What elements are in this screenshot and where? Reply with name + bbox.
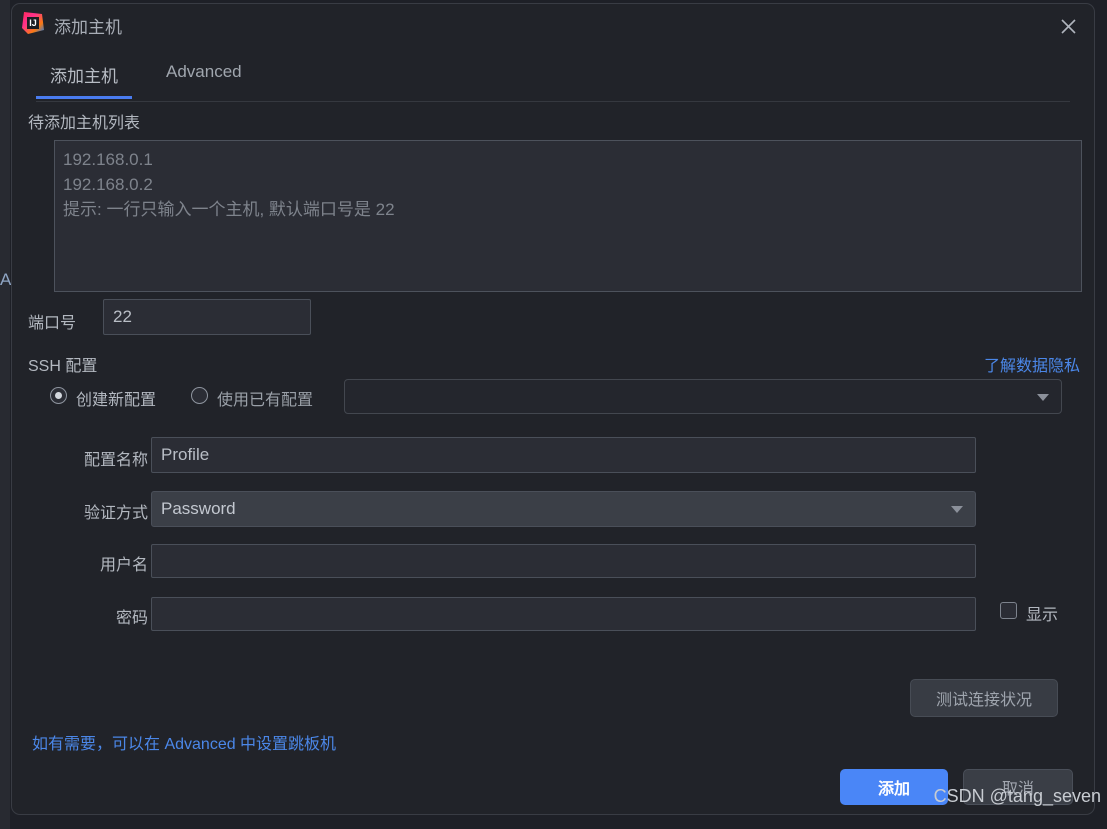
radio-use-existing-config[interactable]: [191, 387, 208, 404]
screen: AI IJ: [0, 0, 1107, 829]
chevron-down-icon: [1037, 394, 1049, 401]
close-icon[interactable]: [1042, 4, 1094, 48]
tab-add-host-label: 添加主机: [50, 67, 118, 86]
radio-create-new-config-label: 创建新配置: [76, 386, 156, 410]
tab-divider: [36, 101, 1070, 102]
username-input[interactable]: [151, 544, 976, 578]
auth-type-select[interactable]: Password: [151, 491, 976, 527]
ssh-section-label: SSH 配置: [28, 352, 97, 376]
show-password-checkbox[interactable]: [1000, 602, 1017, 619]
existing-config-dropdown[interactable]: [344, 379, 1062, 414]
tab-advanced[interactable]: Advanced: [152, 56, 256, 94]
username-label: 用户名: [52, 551, 148, 575]
confirm-add-button[interactable]: 添加: [840, 769, 948, 805]
tab-active-underline: [36, 96, 132, 99]
background-window-strip: [0, 0, 10, 829]
privacy-link[interactable]: 了解数据隐私: [984, 352, 1080, 376]
show-password-label: 显示: [1026, 601, 1058, 625]
password-label: 密码: [52, 604, 148, 628]
radio-create-new-config[interactable]: [50, 387, 67, 404]
watermark: CSDN @tang_seven: [934, 786, 1101, 807]
chevron-down-icon: [951, 506, 963, 513]
port-label: 端口号: [28, 309, 100, 333]
radio-use-existing-config-label: 使用已有配置: [217, 386, 313, 410]
tab-advanced-label: Advanced: [166, 62, 242, 81]
auth-type-label: 验证方式: [52, 499, 148, 523]
add-host-dialog: IJ 添加主机 添加主机 Advanced 待添加主机列表 1: [11, 3, 1095, 815]
profile-name-input[interactable]: Profile: [151, 437, 976, 473]
host-list-section-label: 待添加主机列表: [28, 109, 140, 133]
dialog-titlebar: IJ 添加主机: [12, 4, 1094, 49]
port-input[interactable]: 22: [103, 299, 311, 335]
tab-bar: 添加主机 Advanced: [12, 56, 1094, 102]
profile-name-label: 配置名称: [52, 446, 148, 470]
host-list-textarea[interactable]: 192.168.0.1 192.168.0.2 提示: 一行只输入一个主机, 默…: [54, 140, 1082, 292]
advanced-hint-link[interactable]: 如有需要，可以在 Advanced 中设置跳板机: [32, 730, 336, 754]
svg-text:IJ: IJ: [29, 18, 37, 28]
password-input[interactable]: [151, 597, 976, 631]
test-connection-button[interactable]: 测试连接状况: [910, 679, 1058, 717]
intellij-idea-icon: IJ: [20, 10, 46, 36]
tab-add-host[interactable]: 添加主机: [36, 56, 132, 99]
auth-type-select-value: Password: [161, 499, 236, 519]
dialog-title: 添加主机: [54, 13, 122, 38]
